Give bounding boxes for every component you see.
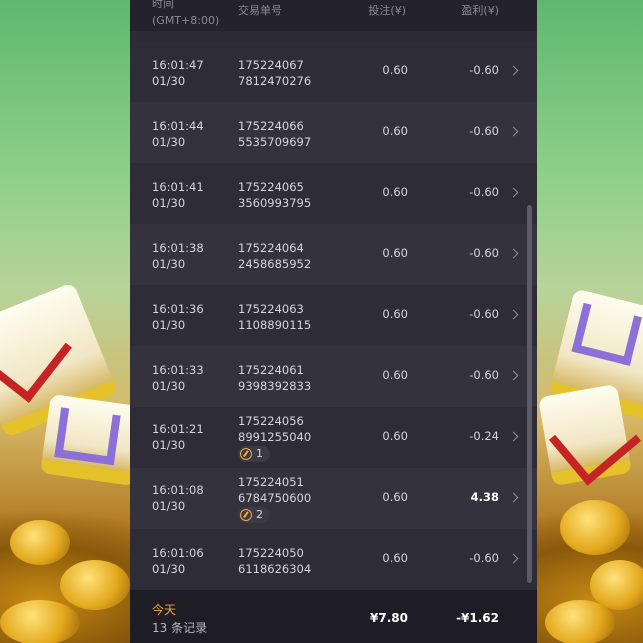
history-row[interactable]: 16:01:06 01/30 175224050 6118626304 0.60 -… — [130, 529, 537, 590]
header-transaction-id: 交易单号 — [238, 4, 282, 17]
chevron-right-icon[interactable] — [508, 248, 519, 259]
row-id-1: 175224064 — [238, 241, 304, 255]
row-bet: 0.60 — [382, 246, 408, 260]
mahjong-tile-red — [537, 383, 642, 487]
record-count: 13 条记录 — [152, 621, 208, 635]
row-id-2: 9398392833 — [238, 379, 312, 393]
row-date: 01/30 — [152, 379, 186, 393]
total-profit: -¥1.62 — [456, 611, 499, 625]
row-id-1: 175224051 — [238, 475, 304, 489]
header-bet: 投注(¥) — [368, 4, 406, 17]
gold-coin — [560, 500, 630, 555]
row-time: 16:01:33 — [152, 363, 204, 377]
free-spin-count: 2 — [256, 508, 263, 521]
chevron-right-icon[interactable] — [508, 126, 519, 137]
row-id-2: 6118626304 — [238, 562, 312, 576]
chevron-right-icon[interactable] — [508, 553, 519, 564]
gold-coin — [60, 560, 130, 610]
history-row[interactable]: 16:01:21 01/30 175224056 8991255040 1 0.60… — [130, 407, 537, 468]
summary-period: 今天 — [152, 603, 177, 617]
row-id-2: 6784750600 — [238, 491, 312, 505]
gold-coin — [545, 600, 615, 643]
row-profit: -0.24 — [469, 429, 499, 443]
row-id-1: 175224067 — [238, 58, 304, 72]
history-row[interactable]: 16:01:41 01/30 175224065 3560993795 0.60 -… — [130, 163, 537, 224]
row-id-2: 1108890115 — [238, 318, 312, 332]
row-time: 16:01:36 — [152, 302, 204, 316]
row-id-2: 3560993795 — [238, 196, 312, 210]
row-date: 01/30 — [152, 135, 186, 149]
row-time: 16:01:47 — [152, 58, 204, 72]
row-bet: 0.60 — [382, 63, 408, 77]
history-row[interactable]: 16:01:33 01/30 175224061 9398392833 0.60 -… — [130, 346, 537, 407]
table-header: 时间 (GMT+8:00) 交易单号 投注(¥) 盈利(¥) — [130, 0, 537, 31]
row-bet: 0.60 — [382, 307, 408, 321]
row-date: 01/30 — [152, 318, 186, 332]
history-row[interactable]: 16:01:36 01/30 175224063 1108890115 0.60 -… — [130, 285, 537, 346]
row-time: 16:01:08 — [152, 483, 204, 497]
free-spin-badge: 2 — [238, 507, 270, 523]
row-id-1: 175224061 — [238, 363, 304, 377]
gold-coin — [0, 600, 80, 643]
row-time: 16:01:06 — [152, 546, 204, 560]
row-date: 01/30 — [152, 196, 186, 210]
row-bet: 0.60 — [382, 185, 408, 199]
row-bet: 0.60 — [382, 124, 408, 138]
history-row[interactable]: 16:01:38 01/30 175224064 2458685952 0.60 -… — [130, 224, 537, 285]
total-bet: ¥7.80 — [370, 611, 408, 625]
row-id-1: 175224056 — [238, 414, 304, 428]
row-id-2: 8991255040 — [238, 430, 312, 444]
row-bet: 0.60 — [382, 551, 408, 565]
history-row[interactable]: 16:01:08 01/30 175224051 6784750600 2 0.60… — [130, 468, 537, 529]
row-profit: -0.60 — [469, 185, 499, 199]
scrollbar[interactable] — [527, 205, 532, 583]
row-profit: -0.60 — [469, 368, 499, 382]
chevron-right-icon[interactable] — [508, 431, 519, 442]
row-date: 01/30 — [152, 499, 186, 513]
free-spin-icon — [240, 509, 252, 521]
chevron-right-icon[interactable] — [508, 370, 519, 381]
row-profit: -0.60 — [469, 551, 499, 565]
row-id-2: 7812470276 — [238, 74, 312, 88]
row-profit: -0.60 — [469, 124, 499, 138]
row-time: 16:01:44 — [152, 119, 204, 133]
row-id-1: 175224050 — [238, 546, 304, 560]
bet-history-panel: 时间 (GMT+8:00) 交易单号 投注(¥) 盈利(¥) 16:01:47 0… — [130, 0, 537, 643]
free-spin-icon — [240, 448, 252, 460]
row-id-1: 175224066 — [238, 119, 304, 133]
row-profit: -0.60 — [469, 63, 499, 77]
row-profit: 4.38 — [470, 490, 499, 504]
row-time: 16:01:41 — [152, 180, 204, 194]
row-time: 16:01:21 — [152, 422, 204, 436]
row-date: 01/30 — [152, 438, 186, 452]
chevron-right-icon[interactable] — [508, 65, 519, 76]
row-id-1: 175224063 — [238, 302, 304, 316]
row-bet: 0.60 — [382, 429, 408, 443]
header-profit: 盈利(¥) — [461, 4, 499, 17]
free-spin-count: 1 — [256, 447, 263, 460]
history-list: 16:01:47 01/30 175224067 7812470276 0.60 -… — [130, 41, 537, 590]
summary-footer: 今天 13 条记录 ¥7.80 -¥1.62 — [130, 590, 537, 643]
row-bet: 0.60 — [382, 368, 408, 382]
row-id-2: 2458685952 — [238, 257, 312, 271]
history-row[interactable]: 16:01:47 01/30 175224067 7812470276 0.60 -… — [130, 41, 537, 102]
free-spin-badge: 1 — [238, 446, 270, 462]
row-date: 01/30 — [152, 562, 186, 576]
chevron-right-icon[interactable] — [508, 187, 519, 198]
row-profit: -0.60 — [469, 246, 499, 260]
header-timezone: (GMT+8:00) — [152, 14, 220, 27]
row-profit: -0.60 — [469, 307, 499, 321]
row-bet: 0.60 — [382, 490, 408, 504]
row-date: 01/30 — [152, 74, 186, 88]
row-id-2: 5535709697 — [238, 135, 312, 149]
row-time: 16:01:38 — [152, 241, 204, 255]
gold-coin — [10, 520, 70, 565]
chevron-right-icon[interactable] — [508, 492, 519, 503]
chevron-right-icon[interactable] — [508, 309, 519, 320]
row-date: 01/30 — [152, 257, 186, 271]
row-id-1: 175224065 — [238, 180, 304, 194]
history-row[interactable]: 16:01:44 01/30 175224066 5535709697 0.60 -… — [130, 102, 537, 163]
